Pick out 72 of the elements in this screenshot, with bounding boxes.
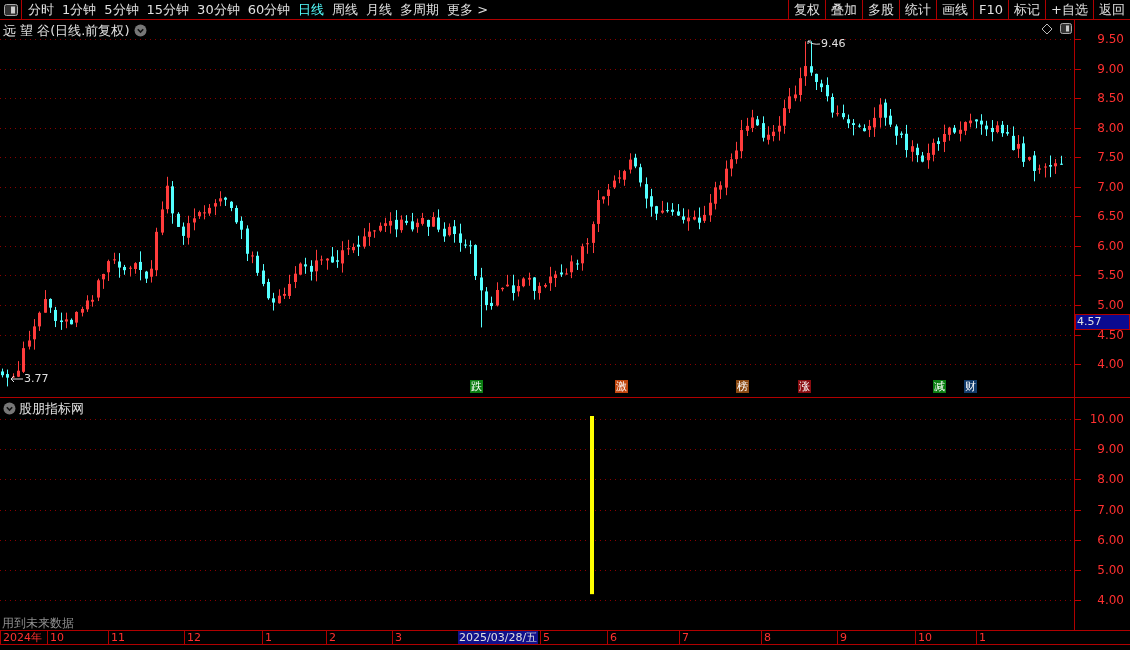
axis-label: 4.00 bbox=[1097, 357, 1124, 372]
time-label: 1 bbox=[262, 631, 272, 644]
pointer-arrow-icon bbox=[10, 375, 24, 384]
axis-label: 6.50 bbox=[1097, 209, 1124, 224]
warning-note: 用到未来数据 bbox=[2, 615, 74, 630]
axis-label: 8.50 bbox=[1097, 91, 1124, 106]
axis-label: 7.00 bbox=[1097, 502, 1124, 517]
period-tab[interactable]: 多周期 bbox=[400, 0, 440, 20]
period-tab[interactable]: 分时 bbox=[28, 0, 54, 20]
time-label: 10 bbox=[915, 631, 932, 644]
toolbar-button[interactable]: 返回 bbox=[1093, 0, 1130, 19]
axis-label: 8.00 bbox=[1097, 472, 1124, 487]
dropdown-icon[interactable] bbox=[3, 402, 16, 416]
time-label: 6 bbox=[607, 631, 617, 644]
current-price-tag: 4.57 bbox=[1075, 314, 1130, 330]
event-marker: 跌 bbox=[470, 380, 483, 393]
toolbar-button[interactable]: 画线 bbox=[936, 0, 974, 19]
axis-label: 4.00 bbox=[1097, 593, 1124, 608]
axis-label: 9.00 bbox=[1097, 442, 1124, 457]
time-label: 11 bbox=[108, 631, 125, 644]
period-tab[interactable]: 周线 bbox=[332, 0, 359, 20]
axis-label: 7.00 bbox=[1097, 179, 1124, 194]
axis-label: 10.00 bbox=[1089, 412, 1124, 426]
axis-label: 4.50 bbox=[1097, 327, 1124, 342]
event-marker: 涨 bbox=[798, 380, 811, 393]
indicator-title: 股朋指标网 bbox=[19, 400, 84, 418]
period-tab[interactable]: 月线 bbox=[366, 0, 393, 20]
period-tab[interactable]: 30分钟 bbox=[197, 0, 240, 20]
time-label: 7 bbox=[679, 631, 689, 644]
panel-toggle-icon[interactable] bbox=[1060, 23, 1072, 34]
stock-title: 远 望 谷(日线.前复权) bbox=[3, 22, 130, 40]
time-label: 3 bbox=[392, 631, 402, 644]
period-tab[interactable]: 5分钟 bbox=[104, 0, 139, 20]
panel-toggle-icon[interactable] bbox=[3, 3, 18, 16]
period-tab[interactable]: 1分钟 bbox=[62, 0, 97, 20]
time-label: 1 bbox=[976, 631, 986, 644]
axis-label: 5.00 bbox=[1097, 297, 1124, 312]
time-label: 2024年 bbox=[0, 631, 42, 644]
axis-label: 6.00 bbox=[1097, 238, 1124, 253]
toolbar-button[interactable]: 多股 bbox=[862, 0, 900, 19]
period-tab[interactable]: 60分钟 bbox=[247, 0, 291, 20]
axis-label: 5.50 bbox=[1097, 268, 1124, 283]
axis-label: 5.00 bbox=[1097, 563, 1124, 577]
axis-label: 7.50 bbox=[1097, 150, 1124, 165]
time-label: 9 bbox=[837, 631, 847, 644]
diamond-icon[interactable] bbox=[1041, 23, 1053, 35]
period-tab[interactable]: 日线 bbox=[298, 0, 325, 20]
time-label: 8 bbox=[761, 631, 771, 644]
event-marker: 榜 bbox=[736, 380, 749, 393]
more-button[interactable]: 更多 > bbox=[447, 0, 489, 20]
event-marker: 激 bbox=[615, 380, 628, 393]
event-marker: 减 bbox=[933, 380, 946, 393]
event-marker: 财 bbox=[964, 380, 977, 393]
axis-label: 9.50 bbox=[1097, 32, 1124, 46]
time-label: 10 bbox=[47, 631, 64, 644]
period-tab[interactable]: 15分钟 bbox=[146, 0, 190, 20]
axis-label: 6.00 bbox=[1097, 532, 1124, 547]
time-label: 2025/03/28/五 bbox=[458, 631, 539, 644]
toolbar-button[interactable]: 标记 bbox=[1008, 0, 1046, 19]
toolbar-button[interactable]: 叠加 bbox=[825, 0, 863, 19]
low-price-label: 3.77 bbox=[24, 371, 49, 387]
time-label: 12 bbox=[184, 631, 201, 644]
high-price-label: 9.46 bbox=[821, 36, 846, 52]
toolbar-button[interactable]: 统计 bbox=[899, 0, 937, 19]
axis-label: 9.00 bbox=[1097, 61, 1124, 76]
dropdown-icon[interactable] bbox=[133, 24, 147, 38]
time-label: 2 bbox=[326, 631, 336, 644]
time-label: 5 bbox=[540, 631, 550, 644]
axis-label: 8.00 bbox=[1097, 120, 1124, 135]
toolbar-button[interactable]: +自选 bbox=[1045, 0, 1093, 19]
toolbar-button[interactable]: 复权 bbox=[788, 0, 826, 19]
toolbar-button[interactable]: F10 bbox=[973, 0, 1009, 19]
